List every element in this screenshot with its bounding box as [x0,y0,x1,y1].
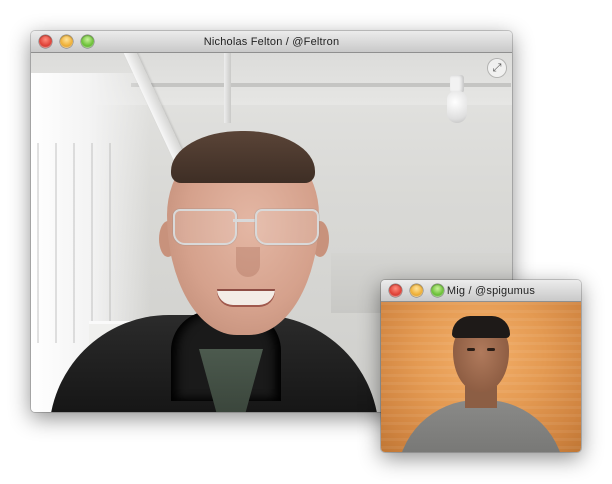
glasses [171,207,319,249]
small-window-titlebar[interactable]: Mig / @spigumus [381,280,581,302]
eye [467,348,475,351]
eye [487,348,495,351]
smile [217,289,275,305]
small-window-title: Mig / @spigumus [446,285,536,297]
hair [452,316,510,338]
hair [171,131,315,183]
main-window-titlebar[interactable]: Nicholas Felton / @Feltron [31,31,512,53]
self-video-feed [381,302,581,452]
expand-arrows-icon[interactable]: ⤢ [488,59,506,77]
nose [236,247,260,277]
self-view-window: Mig / @spigumus [381,280,581,452]
main-window-title: Nicholas Felton / @Feltron [203,36,340,48]
